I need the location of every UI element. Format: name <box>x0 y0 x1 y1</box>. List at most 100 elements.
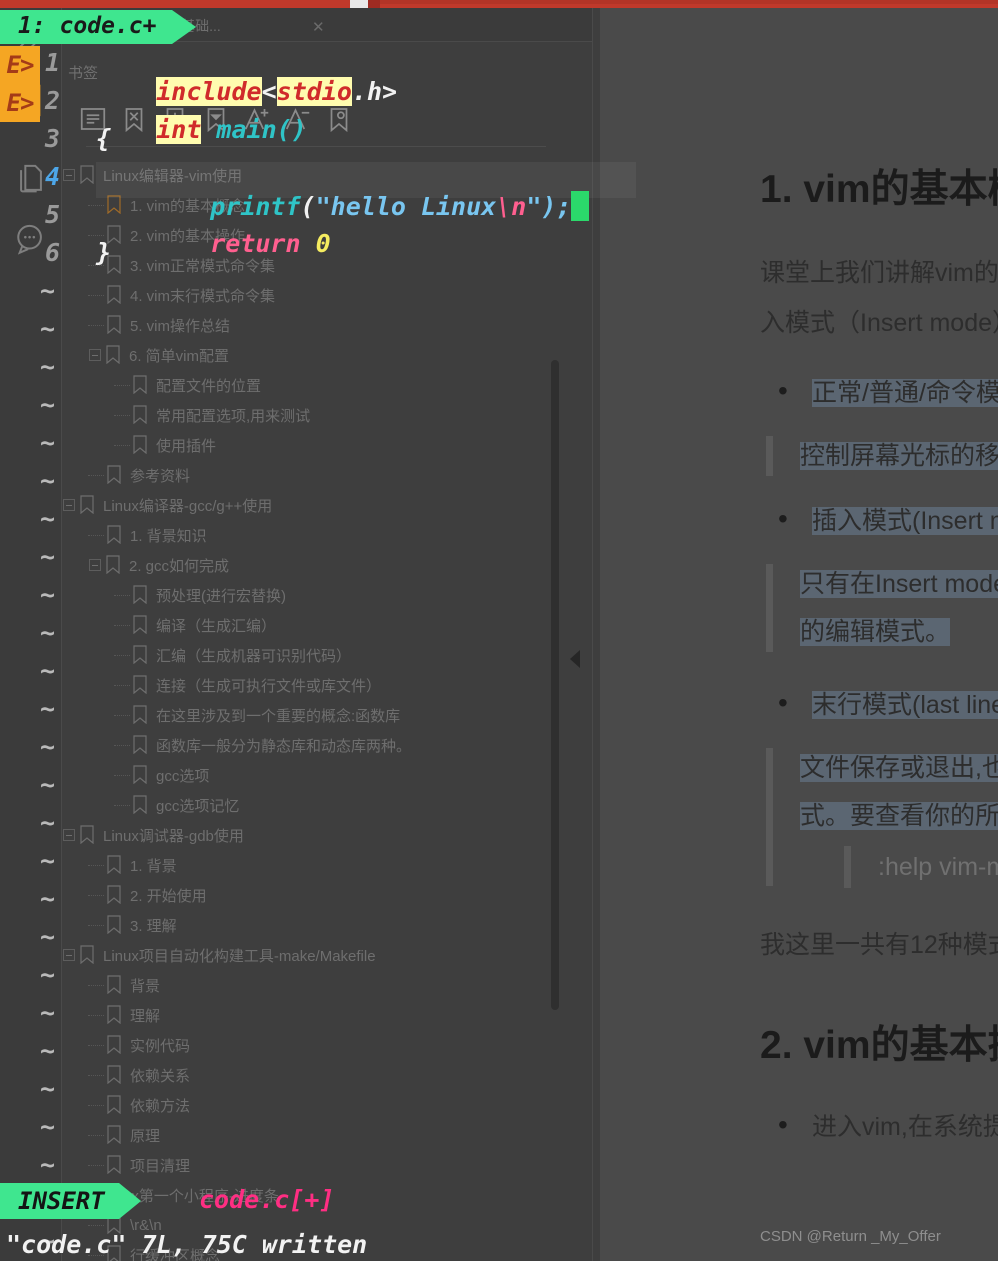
bookmark-tree-item[interactable]: 预处理(进行宏替换) <box>62 580 572 610</box>
tree-line <box>114 624 130 626</box>
tree-collapse-icon[interactable] <box>62 498 76 512</box>
tree-collapse-icon[interactable] <box>62 828 76 842</box>
bookmark-tree-item[interactable]: 连接（生成可执行文件或库文件） <box>62 670 572 700</box>
bookmark-tree-item[interactable]: 背景 <box>62 970 572 1000</box>
bookmark-tree-item-label: 3. vim正常模式命令集 <box>130 257 276 275</box>
bookmark-tree-item[interactable]: 5. vim操作总结 <box>62 310 572 340</box>
tree-line <box>114 774 130 776</box>
bookmark-icon <box>106 1245 124 1261</box>
bookmark-tree-item[interactable]: 3. vim正常模式命令集 <box>62 250 572 280</box>
bookmark-tree-item[interactable]: 在这里涉及到一个重要的概念:函数库 <box>62 700 572 730</box>
bookmark-tree-item-label: \r&\n <box>130 1216 162 1234</box>
bookmark-icon <box>106 885 124 905</box>
preview-list-item-label: 末行模式(last line mode) <box>812 691 998 719</box>
list-view-icon[interactable] <box>78 104 112 138</box>
bookmark-icon <box>132 675 150 695</box>
bookmark-tree-item[interactable]: 1. vim的基本概念 <box>62 190 572 220</box>
bookmark-tree-item-label: Linux编译器-gcc/g++使用 <box>103 497 273 515</box>
editor-tab-label: BIT.2_Linux环境基础... <box>80 18 221 34</box>
bookmark-tree-item[interactable]: gcc选项 <box>62 760 572 790</box>
bookmark-tree-item[interactable]: 理解 <box>62 1000 572 1030</box>
bookmark-tree-item-label: 背景 <box>130 977 161 995</box>
bookmark-tree-item[interactable]: 函数库一般分为静态库和动态库两种。 <box>62 730 572 760</box>
bookmark-tree-item[interactable]: 2. gcc如何完成 <box>62 550 572 580</box>
bookmark-tree-item[interactable]: Linux编辑器-vim使用 <box>62 160 572 190</box>
markdown-preview-pane: 1. vim的基本概念 课堂上我们讲解vim的三种模式(其实有好多模式, 入模式… <box>600 8 998 1261</box>
bookmark-tree-item[interactable]: 项目清理 <box>62 1150 572 1180</box>
bookmark-tree-item[interactable]: 依赖方法 <box>62 1090 572 1120</box>
editor-tab[interactable]: BIT.2_Linux环境基础... <box>70 11 231 39</box>
bookmark-icon <box>132 585 150 605</box>
tree-line <box>88 1134 104 1136</box>
bookmark-settings-icon[interactable] <box>324 104 358 138</box>
bookmark-tree-item[interactable]: Linux调试器-gdb使用 <box>62 820 572 850</box>
bookmark-icon <box>105 555 123 575</box>
panel-collapse-icon[interactable] <box>570 650 580 668</box>
bookmark-tree-item-label: 3. 理解 <box>130 917 177 935</box>
tree-collapse-icon[interactable] <box>62 948 76 962</box>
bookmark-tree-item[interactable]: 使用插件 <box>62 430 572 460</box>
bookmark-tree-item[interactable]: 常用配置选项,用来测试 <box>62 400 572 430</box>
tree-line <box>88 204 104 206</box>
preview-list-item-label: 插入模式(Insert mode) <box>812 507 998 535</box>
bookmark-tree-item-label: 编译（生成汇编） <box>156 617 277 635</box>
bookmark-tree-item[interactable]: 原理 <box>62 1120 572 1150</box>
bookmark-tree-item-label: 2. gcc如何完成 <box>129 557 230 575</box>
preview-list-item-label: 正常/普通/命令模式(Normal mode) <box>812 379 998 407</box>
bookmark-tree-item[interactable]: 2. 开始使用 <box>62 880 572 910</box>
bookmark-tree-item-label: 6. 简单vim配置 <box>129 347 230 365</box>
bookmark-tree-item[interactable]: 依赖关系 <box>62 1060 572 1090</box>
comments-icon[interactable] <box>14 223 50 259</box>
preview-paragraph: 入模式（Insert mode）、末行模式（last line <box>760 309 998 337</box>
bookmark-icon <box>132 405 150 425</box>
panel-splitter[interactable] <box>592 8 593 1261</box>
bookmark-tree-item[interactable]: 实例代码 <box>62 1030 572 1060</box>
bookmark-tree-item-label: 理解 <box>130 1007 161 1025</box>
edit-pencil-icon[interactable] <box>14 24 50 60</box>
bookmark-tree-item[interactable]: 1. 背景 <box>62 850 572 880</box>
bookmark-remove-icon[interactable] <box>119 104 153 138</box>
bookmark-icon <box>132 765 150 785</box>
bookmark-tree-item[interactable]: 3. 理解 <box>62 910 572 940</box>
bookmark-tree-item[interactable]: Linux编译器-gcc/g++使用 <box>62 490 572 520</box>
bookmark-tree-item[interactable]: 2. vim的基本操作 <box>62 220 572 250</box>
bookmark-tree-scrollbar[interactable] <box>551 360 559 1010</box>
tree-collapse-icon[interactable] <box>62 168 76 182</box>
bookmark-tree-item-label: 1. 背景 <box>130 857 177 875</box>
bookmark-tree-item[interactable]: Linux项目自动化构建工具-make/Makefile <box>62 940 572 970</box>
bookmark-tree[interactable]: Linux编辑器-vim使用 1. vim的基本概念 2. vim的基本操作 3. v… <box>62 160 572 1261</box>
bookmark-tree-item[interactable]: 参考资料 <box>62 460 572 490</box>
bookmark-tree-item[interactable]: 配置文件的位置 <box>62 370 572 400</box>
bookmark-tree-item-label: 原理 <box>130 1127 161 1145</box>
bookmark-tree-item-label: 常用配置选项,用来测试 <box>156 407 311 425</box>
bookmark-icon <box>105 345 123 365</box>
bookmark-tree-item[interactable]: 编译（生成汇编） <box>62 610 572 640</box>
preview-blockquote-line: 控制屏幕光标的移动,字符、字或行的删除 <box>800 442 998 470</box>
font-increase-icon[interactable] <box>242 104 276 138</box>
preview-blockquote-line: 式。要查看你的所有模式:打开vim,底行模 <box>800 802 998 830</box>
bookmark-tree-item[interactable]: \r&\n <box>62 1210 572 1240</box>
font-decrease-icon[interactable] <box>283 104 317 138</box>
bookmark-dropdown-icon[interactable] <box>201 104 235 138</box>
bookmark-tree-item[interactable]: 行缓冲区概念 <box>62 1240 572 1261</box>
tree-line <box>114 714 130 716</box>
bookmark-panel-icon[interactable] <box>14 83 50 119</box>
close-icon[interactable]: ✕ <box>312 20 325 35</box>
tree-collapse-icon[interactable] <box>88 348 102 362</box>
left-icon-rail <box>0 8 62 1261</box>
bookmark-tree-item-label: 配置文件的位置 <box>156 377 262 395</box>
browser-tabstrip-seg <box>380 0 998 4</box>
bookmark-tree-item[interactable]: Linux第一个小程序-进度条 <box>62 1180 572 1210</box>
bookmark-tree-item[interactable]: 汇编（生成机器可识别代码） <box>62 640 572 670</box>
bookmark-icon <box>106 975 124 995</box>
bookmark-add-icon[interactable] <box>160 104 194 138</box>
tree-line <box>114 444 130 446</box>
bookmark-tree-item[interactable]: 4. vim末行模式命令集 <box>62 280 572 310</box>
bookmark-tree-item-label: 实例代码 <box>130 1037 191 1055</box>
documents-icon[interactable] <box>14 163 50 199</box>
bookmark-tree-item[interactable]: gcc选项记忆 <box>62 790 572 820</box>
tree-collapse-icon[interactable] <box>88 558 102 572</box>
tree-collapse-icon[interactable] <box>62 1188 76 1202</box>
bookmark-tree-item[interactable]: 1. 背景知识 <box>62 520 572 550</box>
bookmark-tree-item[interactable]: 6. 简单vim配置 <box>62 340 572 370</box>
